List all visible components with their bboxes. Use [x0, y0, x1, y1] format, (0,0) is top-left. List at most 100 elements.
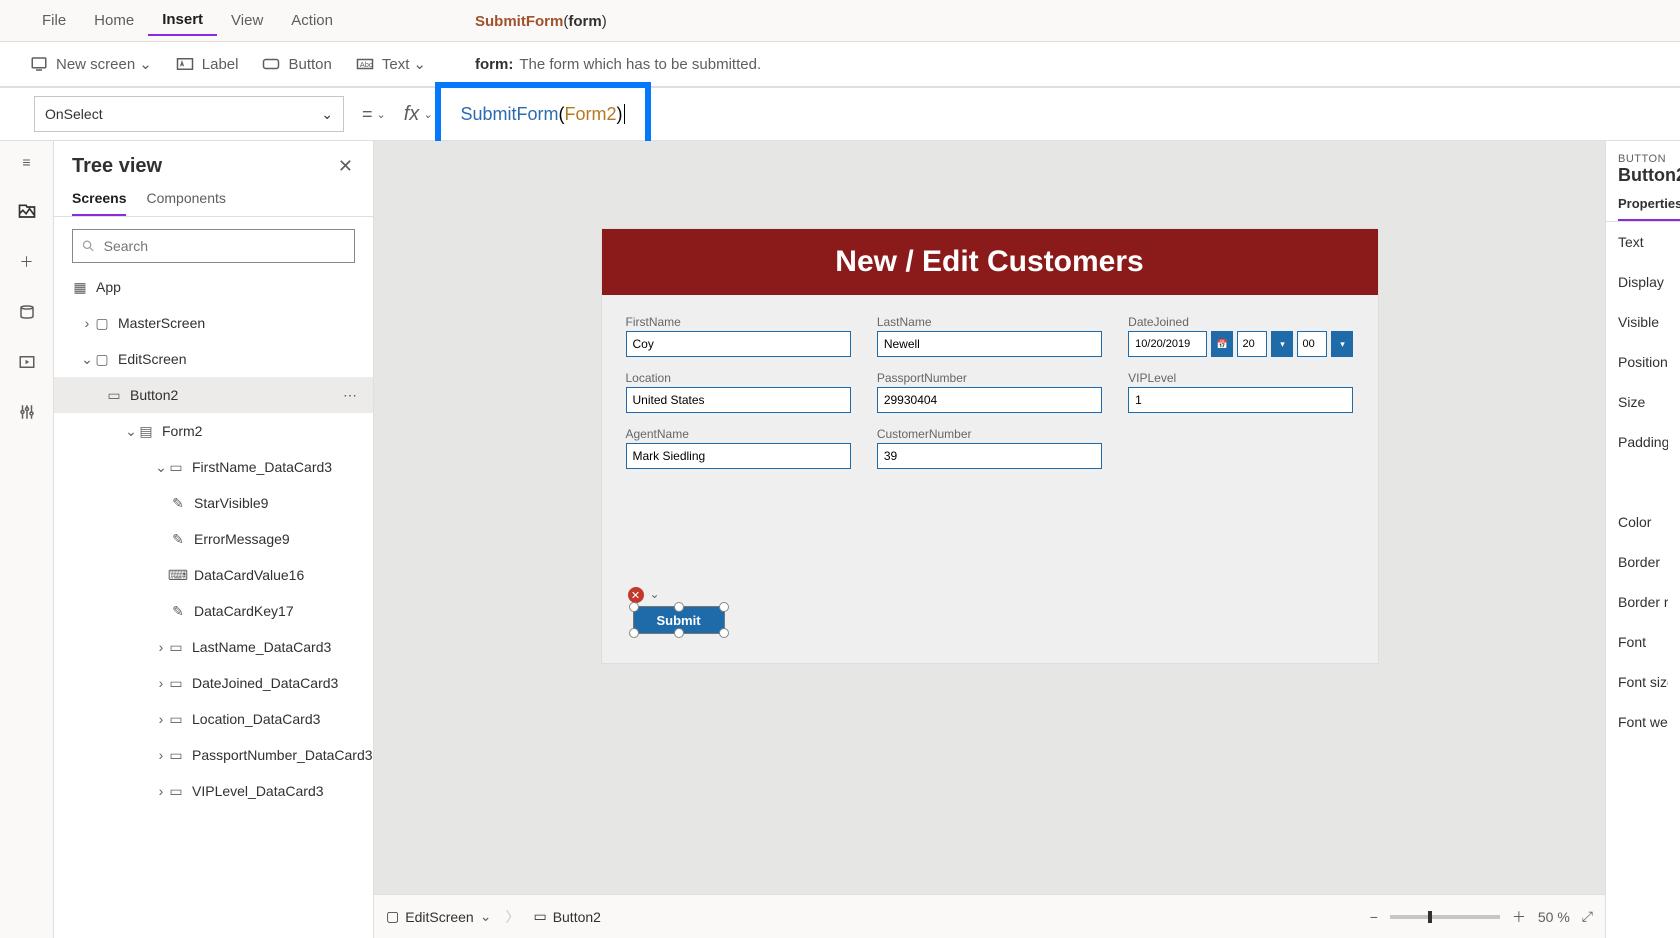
prop-row[interactable]: Display mo [1618, 274, 1668, 290]
menu-action[interactable]: Action [277, 6, 347, 35]
label-button[interactable]: Label [176, 55, 239, 73]
menu-insert[interactable]: Insert [148, 5, 217, 36]
chevron-down-icon[interactable]: ▾ [1331, 331, 1353, 357]
app-icon: ▦ [72, 279, 88, 295]
fit-icon[interactable]: ⤢ [1582, 908, 1593, 925]
chevron-right-icon[interactable]: › [154, 675, 168, 691]
datejoined-min[interactable] [1297, 331, 1327, 357]
add-icon[interactable]: ＋ [16, 251, 38, 273]
prop-row[interactable]: Font size [1618, 674, 1668, 690]
search-input[interactable] [72, 229, 355, 263]
button-button[interactable]: Button [262, 55, 331, 73]
breadcrumb-control[interactable]: ▭ Button2 [533, 908, 601, 925]
chevron-down-icon[interactable]: ⌄ [154, 459, 168, 476]
calendar-icon[interactable]: 📅 [1211, 331, 1233, 357]
passport-input[interactable] [877, 387, 1102, 413]
location-input[interactable] [626, 387, 851, 413]
tab-components[interactable]: Components [146, 190, 225, 216]
customernumber-input[interactable] [877, 443, 1102, 469]
button-icon: ▭ [533, 908, 546, 925]
tree-node-masterscreen[interactable]: › ▢ MasterScreen [54, 305, 373, 341]
datejoined-date-input[interactable] [1128, 331, 1207, 357]
chevron-down-icon[interactable]: ⌄ [124, 423, 138, 440]
tree-view-icon[interactable] [16, 201, 38, 223]
fx-button[interactable]: fx⌄ [404, 103, 433, 126]
menu-home[interactable]: Home [80, 6, 148, 35]
menu-bar: File Home Insert View Action SubmitForm … [0, 0, 1680, 42]
menu-view[interactable]: View [217, 6, 277, 35]
firstname-input[interactable] [626, 331, 851, 357]
zoom-slider[interactable] [1390, 915, 1500, 919]
tree-node-lastname-card[interactable]: › ▭ LastName_DataCard3 [54, 629, 373, 665]
viplevel-input[interactable] [1128, 387, 1353, 413]
prop-row[interactable]: Border radi [1618, 594, 1668, 610]
zoom-in-button[interactable]: ＋ [1512, 907, 1526, 927]
chevron-right-icon[interactable]: › [80, 315, 94, 331]
prop-row[interactable]: Font [1618, 634, 1668, 650]
chevron-down-icon[interactable]: ⌄ [80, 351, 94, 368]
agentname-input[interactable] [626, 443, 851, 469]
breadcrumb-screen[interactable]: ▢ EditScreen ⌄ [386, 908, 491, 925]
tree-node-viplevel-card[interactable]: › ▭ VIPLevel_DataCard3 [54, 773, 373, 809]
error-icon[interactable]: ✕ [628, 587, 644, 603]
screen-icon: ▢ [94, 351, 110, 367]
tree-node-location-card[interactable]: › ▭ Location_DataCard3 [54, 701, 373, 737]
canvas[interactable]: New / Edit Customers FirstName LastName … [374, 141, 1605, 894]
tree-node-button2[interactable]: ▭ Button2 ⋯ [54, 377, 373, 413]
prop-row[interactable]: Border [1618, 554, 1668, 570]
canvas-screen-editscreen[interactable]: New / Edit Customers FirstName LastName … [602, 229, 1378, 663]
formula-input[interactable]: SubmitForm(Form2) [461, 104, 625, 125]
property-name: OnSelect [45, 106, 103, 122]
new-screen-button[interactable]: New screen ⌄ [30, 55, 152, 73]
button-icon [262, 55, 280, 73]
tree-node-firstname-card[interactable]: ⌄ ▭ FirstName_DataCard3 [54, 449, 373, 485]
prop-row[interactable]: Color [1618, 514, 1668, 530]
card-icon: ▭ [168, 783, 184, 799]
chevron-down-icon[interactable]: ⌄ [650, 587, 660, 601]
prop-row[interactable]: Size [1618, 394, 1668, 410]
chevron-down-icon[interactable]: ⌄ [480, 908, 492, 925]
tree-node-datacardvalue16[interactable]: ⌨ DataCardValue16 [54, 557, 373, 593]
prop-row[interactable]: Font weigh [1618, 714, 1668, 730]
chevron-down-icon[interactable]: ⌄ [377, 108, 386, 121]
datejoined-hour[interactable] [1237, 331, 1267, 357]
properties-tab-properties[interactable]: Properties [1618, 196, 1680, 221]
tree-node-form2[interactable]: ⌄ ▤ Form2 [54, 413, 373, 449]
prop-row[interactable]: Position [1618, 354, 1668, 370]
prop-row[interactable]: Padding [1618, 434, 1668, 450]
hamburger-icon[interactable]: ≡ [16, 151, 38, 173]
chevron-down-icon: ⌄ [413, 55, 426, 73]
data-icon[interactable] [16, 301, 38, 323]
media-icon[interactable] [16, 351, 38, 373]
chevron-right-icon[interactable]: › [154, 783, 168, 799]
menu-file[interactable]: File [28, 6, 80, 35]
tree-node-app[interactable]: ▦ App [54, 269, 373, 305]
chevron-right-icon[interactable]: › [154, 711, 168, 727]
chevron-right-icon[interactable]: › [154, 639, 168, 655]
chevron-down-icon[interactable]: ▾ [1271, 331, 1293, 357]
properties-list: Text Display mo Visible Position Size Pa… [1606, 222, 1680, 742]
tree-node-editscreen[interactable]: ⌄ ▢ EditScreen [54, 341, 373, 377]
submit-button[interactable]: Submit [634, 607, 724, 633]
prop-row[interactable]: Visible [1618, 314, 1668, 330]
text-dropdown[interactable]: Abc Text ⌄ [356, 55, 426, 73]
tree-node-passport-card[interactable]: › ▭ PassportNumber_DataCard3 [54, 737, 373, 773]
tree-view-tabs: Screens Components [54, 182, 373, 217]
formula-bar: OnSelect ⌄ =⌄ fx⌄ SubmitForm(Form2) [0, 87, 1680, 141]
field-lastname: LastName [877, 315, 1102, 357]
card-icon: ▭ [168, 711, 184, 727]
property-selector[interactable]: OnSelect ⌄ [34, 96, 344, 132]
tools-icon[interactable] [16, 401, 38, 423]
more-icon[interactable]: ⋯ [343, 387, 357, 404]
prop-row[interactable]: Text [1618, 234, 1668, 250]
tab-screens[interactable]: Screens [72, 190, 126, 216]
lastname-input[interactable] [877, 331, 1102, 357]
zoom-out-button[interactable]: − [1370, 909, 1378, 925]
tree-node-datacardkey17[interactable]: ✎ DataCardKey17 [54, 593, 373, 629]
close-icon[interactable]: ✕ [338, 156, 353, 177]
tree-node-errormessage9[interactable]: ✎ ErrorMessage9 [54, 521, 373, 557]
tree[interactable]: ▦ App › ▢ MasterScreen ⌄ ▢ EditScreen ▭ … [54, 269, 373, 938]
chevron-right-icon[interactable]: › [154, 747, 168, 763]
tree-node-datejoined-card[interactable]: › ▭ DateJoined_DataCard3 [54, 665, 373, 701]
tree-node-starvisible9[interactable]: ✎ StarVisible9 [54, 485, 373, 521]
